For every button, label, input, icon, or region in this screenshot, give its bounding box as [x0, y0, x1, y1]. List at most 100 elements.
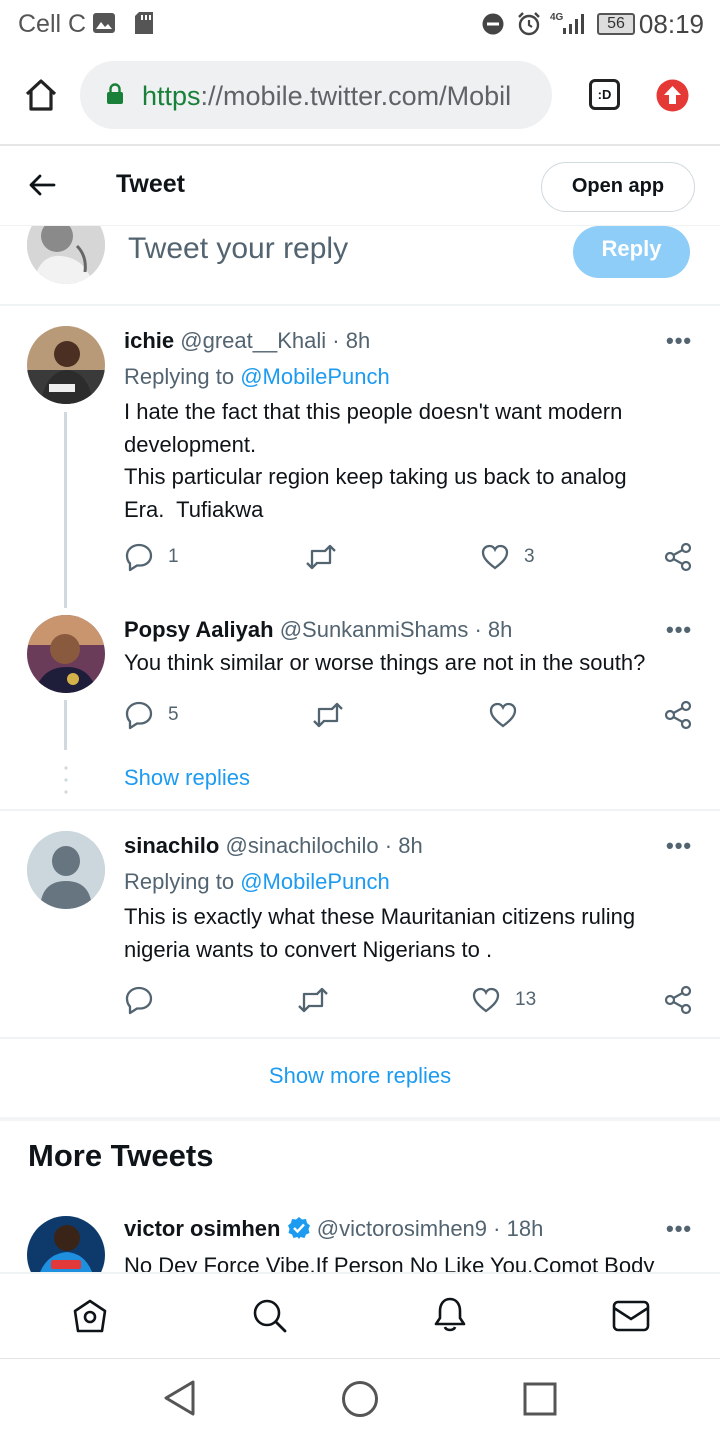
reply-icon: [125, 701, 153, 730]
user-photo: [27, 615, 105, 693]
url-bar[interactable]: https://mobile.twitter.com/Mobil: [80, 61, 552, 129]
tweet-text-line: You think similar or worse things are no…: [124, 650, 646, 675]
show-more-replies-link[interactable]: Show more replies: [269, 1063, 451, 1089]
back-nav-icon[interactable]: [162, 1379, 196, 1417]
reply-action[interactable]: [124, 985, 168, 1015]
display-name[interactable]: Popsy Aaliyah: [124, 617, 274, 642]
tweet-time[interactable]: · 8h: [385, 833, 423, 858]
more-options-icon[interactable]: •••: [666, 1216, 692, 1242]
tweet-text-line: This particular region keep taking us ba…: [124, 464, 627, 489]
battery-icon: 56: [597, 13, 635, 35]
heart-icon: [489, 702, 517, 728]
tweet-actions: 1 3: [0, 542, 720, 582]
avatar: [27, 615, 105, 693]
avatar: [27, 226, 105, 284]
retweet-action[interactable]: [312, 700, 358, 730]
more-tweets-heading: More Tweets: [28, 1138, 214, 1173]
user-photo: [27, 326, 105, 404]
search-tab-icon[interactable]: [252, 1298, 288, 1334]
tweet-text-line: I hate the fact that this people doesn't…: [124, 399, 623, 424]
retweet-action[interactable]: [297, 985, 343, 1015]
heart-icon: [472, 987, 500, 1013]
open-app-button[interactable]: Open app: [541, 162, 695, 212]
thread-dots: [64, 766, 68, 794]
show-more-replies-row[interactable]: Show more replies: [0, 1039, 720, 1117]
user-handle[interactable]: @sinachilochilo: [225, 833, 378, 858]
browser-toolbar: https://mobile.twitter.com/Mobil :D: [0, 48, 720, 144]
share-icon[interactable]: [664, 542, 692, 572]
tweet-text: No Dey Force Vibe.If Person No Like You.…: [124, 1253, 655, 1272]
reply-action[interactable]: 1: [124, 542, 179, 572]
tweet-meta: Popsy Aaliyah @SunkanmiShams · 8h: [124, 617, 512, 643]
tweet-meta: victor osimhen @victorosimhen9 · 18h: [124, 1216, 543, 1242]
user-handle[interactable]: @SunkanmiShams: [280, 617, 469, 642]
like-action[interactable]: [488, 700, 532, 730]
tweet-time[interactable]: · 8h: [332, 328, 370, 353]
more-options-icon[interactable]: •••: [666, 617, 692, 643]
tweet-meta: ichie @great__Khali · 8h: [124, 328, 370, 354]
reply-input[interactable]: Tweet your reply: [128, 232, 348, 266]
tab-switcher-button[interactable]: :D: [589, 79, 620, 110]
more-options-icon[interactable]: •••: [666, 833, 692, 859]
sd-card-icon: [135, 12, 153, 34]
battery-level: 56: [607, 15, 625, 32]
reply-count: 1: [168, 546, 179, 567]
home-tab-icon[interactable]: [72, 1298, 108, 1334]
thread-connector: [64, 412, 67, 608]
update-icon[interactable]: [656, 79, 689, 112]
heart-icon: [481, 544, 509, 570]
recents-nav-icon[interactable]: [523, 1382, 557, 1416]
tweet-actions: 13: [0, 985, 720, 1025]
mention-link[interactable]: @MobilePunch: [240, 869, 390, 894]
home-icon[interactable]: [24, 78, 58, 112]
url-text[interactable]: https://mobile.twitter.com/Mobil: [142, 81, 542, 112]
show-replies-link[interactable]: Show replies: [124, 765, 250, 791]
bottom-tab-bar: [0, 1272, 720, 1358]
mention-link[interactable]: @MobilePunch: [240, 364, 390, 389]
user-handle[interactable]: @victorosimhen9: [317, 1216, 487, 1241]
share-icon[interactable]: [664, 700, 692, 730]
reply-count: 5: [168, 704, 179, 725]
reply-icon: [125, 986, 153, 1015]
tweet-time[interactable]: · 8h: [474, 617, 512, 642]
reply-icon: [125, 543, 153, 572]
retweet-action[interactable]: [305, 542, 351, 572]
status-bar: Cell C 4G 56 08:19: [0, 0, 720, 48]
tweet-reply[interactable]: Popsy Aaliyah @SunkanmiShams · 8h ••• Yo…: [0, 602, 720, 742]
tweet-reply[interactable]: ichie @great__Khali · 8h ••• Replying to…: [0, 306, 720, 602]
display-name[interactable]: sinachilo: [124, 833, 219, 858]
system-nav-bar: [0, 1358, 720, 1440]
like-action[interactable]: 13: [471, 985, 536, 1015]
reply-action[interactable]: 5: [124, 700, 179, 730]
user-handle[interactable]: @great__Khali: [180, 328, 326, 353]
replying-prefix: Replying to: [124, 364, 241, 389]
retweet-icon: [313, 702, 343, 728]
tweet-reply[interactable]: sinachilo @sinachilochilo · 8h ••• Reply…: [0, 811, 720, 1037]
replying-to: Replying to @MobilePunch: [124, 364, 390, 390]
tweet-text-line: development.: [124, 431, 257, 457]
tweet-card[interactable]: victor osimhen @victorosimhen9 · 18h •••…: [0, 1200, 720, 1272]
avatar: [27, 831, 105, 909]
tweet-text-line: nigeria wants to convert Nigerians to .: [124, 936, 493, 962]
section-divider: [0, 1117, 720, 1121]
replying-prefix: Replying to: [124, 869, 241, 894]
tweet-time[interactable]: · 18h: [493, 1216, 543, 1241]
alarm-icon: [518, 12, 540, 36]
like-action[interactable]: 3: [480, 542, 535, 572]
replying-to: Replying to @MobilePunch: [124, 869, 390, 895]
display-name[interactable]: ichie: [124, 328, 174, 353]
more-options-icon[interactable]: •••: [666, 328, 692, 354]
notifications-tab-icon[interactable]: [432, 1296, 468, 1334]
gallery-icon: [93, 13, 115, 33]
reply-button[interactable]: Reply: [573, 226, 690, 278]
default-avatar-icon: [27, 831, 105, 909]
back-arrow-icon[interactable]: [28, 173, 56, 197]
url-rest: ://mobile.twitter.com/Mobil: [200, 81, 512, 111]
messages-tab-icon[interactable]: [612, 1300, 650, 1332]
display-name[interactable]: victor osimhen: [124, 1216, 280, 1241]
share-icon[interactable]: [664, 985, 692, 1015]
lock-icon: [107, 83, 123, 104]
verified-badge-icon: [287, 1217, 310, 1239]
tab-count: :D: [597, 87, 612, 102]
home-nav-icon[interactable]: [341, 1380, 379, 1418]
